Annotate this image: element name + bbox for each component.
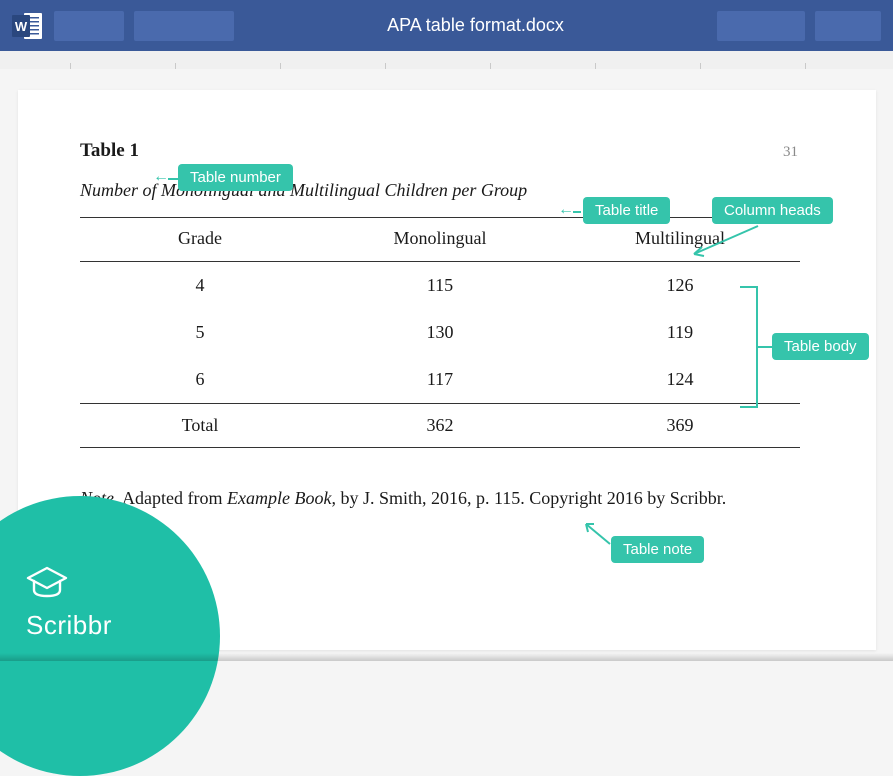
cell-multi: 126	[560, 262, 800, 310]
arrow-left-icon	[558, 201, 574, 219]
table-note: Note. Adapted from Example Book, by J. S…	[80, 488, 816, 509]
page-number: 31	[783, 144, 798, 161]
note-rest: , by J. Smith, 2016, p. 115. Copyright 2…	[331, 488, 726, 508]
note-book: Example Book	[227, 488, 331, 508]
annotation-arrow	[758, 346, 772, 348]
column-head: Grade	[80, 218, 320, 262]
annotation-table-number: Table number	[178, 164, 293, 191]
document-filename: APA table format.docx	[244, 15, 707, 36]
ribbon-button[interactable]	[815, 11, 881, 41]
bracket-icon	[740, 286, 758, 408]
arrow-left-icon	[153, 168, 169, 186]
bottom-shadow	[0, 653, 893, 661]
annotation-column-heads: Column heads	[712, 197, 833, 224]
ribbon-button[interactable]	[134, 11, 234, 41]
annotation-table-body: Table body	[772, 333, 869, 360]
scribbr-logo: Scribbr	[26, 566, 112, 641]
cell-mono: 130	[320, 309, 560, 356]
ruler	[0, 51, 893, 69]
graduation-cap-icon	[26, 566, 112, 608]
cell-grade: 4	[80, 262, 320, 310]
ribbon-button[interactable]	[54, 11, 124, 41]
table-total-row: Total 362 369	[80, 404, 800, 448]
cell-mono: 115	[320, 262, 560, 310]
annotation-arrow	[584, 522, 614, 548]
table-row: 4 115 126	[80, 262, 800, 310]
column-head: Monolingual	[320, 218, 560, 262]
column-head: Multilingual	[560, 218, 800, 262]
cell-multi: 119	[560, 309, 800, 356]
annotation-table-note: Table note	[611, 536, 704, 563]
cell-grade: 5	[80, 309, 320, 356]
cell-total-multi: 369	[560, 404, 800, 448]
cell-multi: 124	[560, 356, 800, 404]
ribbon-button[interactable]	[717, 11, 805, 41]
cell-grade: 6	[80, 356, 320, 404]
svg-text:W: W	[15, 19, 28, 34]
word-titlebar: W APA table format.docx	[0, 0, 893, 51]
annotation-arrow	[168, 178, 178, 180]
annotation-arrow	[573, 211, 581, 213]
word-icon: W	[12, 11, 44, 41]
annotation-table-title: Table title	[583, 197, 670, 224]
cell-total-label: Total	[80, 404, 320, 448]
table-number: Table 1	[80, 140, 816, 162]
annotation-arrow	[692, 224, 764, 260]
table-row: 6 117 124	[80, 356, 800, 404]
cell-mono: 117	[320, 356, 560, 404]
brand-name: Scribbr	[26, 610, 112, 641]
cell-total-mono: 362	[320, 404, 560, 448]
table-row: 5 130 119	[80, 309, 800, 356]
